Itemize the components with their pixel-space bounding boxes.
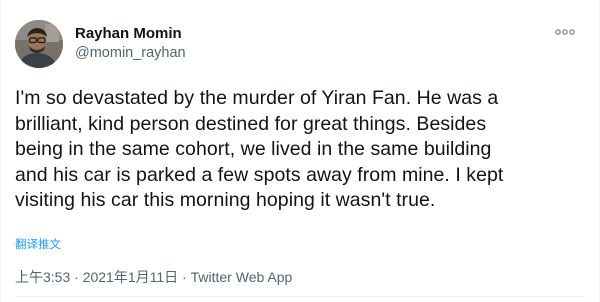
tweet-timestamp[interactable]: 上午3:53 · 2021年1月11日 · xyxy=(15,269,191,285)
divider xyxy=(15,296,585,297)
source-app-link[interactable]: Twitter Web App xyxy=(191,269,293,285)
more-options-button[interactable] xyxy=(553,24,577,40)
author-avatar[interactable] xyxy=(15,20,63,68)
tweet-text-line: visiting his car this morning hoping it … xyxy=(15,189,436,211)
tweet-text-line: brilliant, kind person destined for grea… xyxy=(15,112,487,135)
tweet-text-line: being in the same cohort, we lived in th… xyxy=(15,138,492,160)
author-handle[interactable]: @momin_rayhan xyxy=(75,45,186,61)
more-options-icon xyxy=(555,29,575,35)
tweet-card: Rayhan Momin @momin_rayhan I'm so devast… xyxy=(0,0,600,302)
tweet-metadata: 上午3:53 · 2021年1月11日 · Twitter Web App xyxy=(15,267,292,287)
tweet-text: I'm so devastated by the murder of Yiran… xyxy=(15,86,589,214)
user-avatar-photo-icon xyxy=(15,20,63,68)
tweet-text-line: I'm so devastated by the murder of Yiran… xyxy=(15,87,499,109)
author-name[interactable]: Rayhan Momin xyxy=(75,25,182,42)
tweet-text-line: and his car is parked a few spots away f… xyxy=(15,163,504,186)
translate-tweet-link[interactable]: 翻译推文 xyxy=(15,236,61,252)
